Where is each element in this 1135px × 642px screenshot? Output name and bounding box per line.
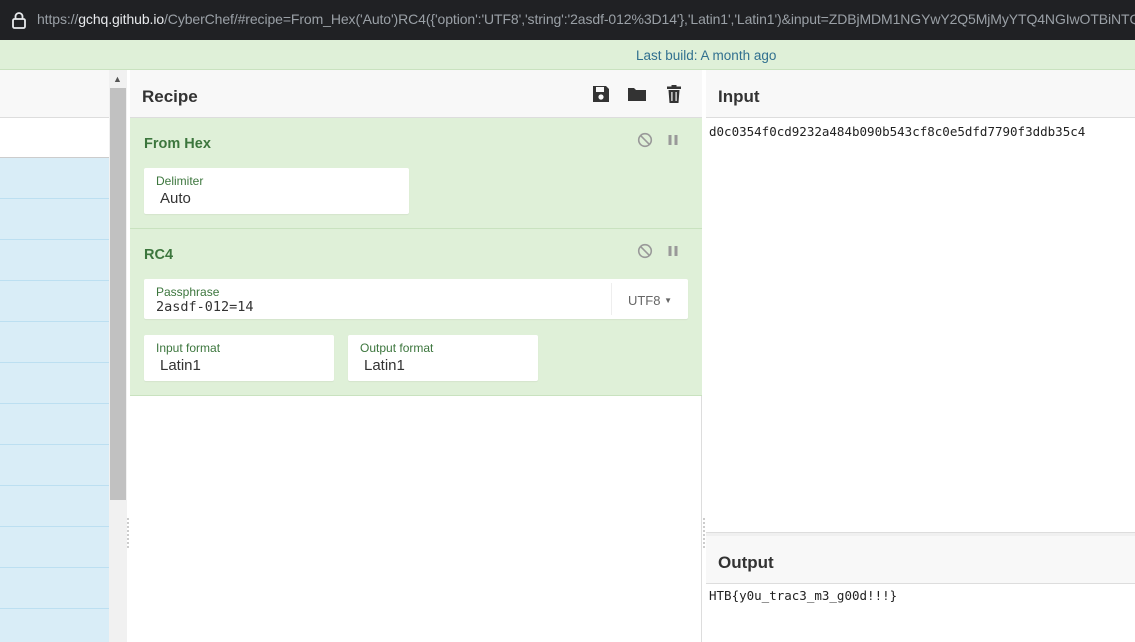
folder-icon[interactable] [627, 84, 647, 104]
url-text[interactable]: https://gchq.github.io/CyberChef/#recipe… [37, 11, 1135, 27]
output-textarea[interactable]: HTB{y0u_trac3_m3_g00d!!!} [709, 588, 897, 603]
passphrase-input[interactable]: 2asdf-012=14 [156, 299, 254, 315]
operation-from-hex[interactable]: From Hex Delimiter Auto [130, 118, 702, 229]
operations-panel [0, 70, 109, 642]
input-textarea[interactable]: d0c0354f0cd9232a484b090b543cf8c0e5dfd779… [709, 124, 1085, 139]
input-format-select[interactable]: Input format Latin1 [144, 335, 334, 381]
list-item[interactable] [0, 240, 109, 281]
list-item[interactable] [0, 158, 109, 199]
caret-down-icon: ▼ [664, 296, 672, 305]
input-header: Input [706, 70, 1135, 118]
lock-icon [12, 12, 26, 29]
save-icon[interactable] [591, 84, 611, 104]
field-value: Latin1 [364, 357, 405, 374]
delimiter-select[interactable]: Delimiter Auto [144, 168, 409, 214]
scroll-up-icon[interactable]: ▲ [113, 74, 122, 84]
passphrase-field[interactable]: Passphrase 2asdf-012=14 UTF8 ▼ [144, 279, 688, 319]
url-path: /CyberChef/#recipe=From_Hex('Auto')RC4({… [164, 11, 1135, 27]
field-label: Output format [360, 341, 434, 355]
operations-header [0, 70, 109, 118]
list-item[interactable] [0, 281, 109, 322]
list-item[interactable] [0, 404, 109, 445]
operations-search-input[interactable] [0, 118, 109, 158]
list-item[interactable] [0, 199, 109, 240]
operations-list [0, 158, 109, 642]
grip-icon [127, 518, 129, 548]
scrollbar-thumb[interactable] [110, 88, 126, 500]
list-item[interactable] [0, 322, 109, 363]
grip-icon [703, 518, 705, 548]
field-label: Input format [156, 341, 221, 355]
operation-name: From Hex [144, 136, 211, 152]
encoding-label: UTF8 [627, 293, 661, 308]
list-item[interactable] [0, 527, 109, 568]
output-header: Output [706, 536, 1135, 584]
operation-name: RC4 [144, 247, 174, 263]
output-title: Output [718, 553, 774, 572]
operations-scrollbar[interactable]: ▲ [109, 70, 127, 642]
field-value: Latin1 [160, 357, 201, 374]
trash-icon[interactable] [664, 84, 684, 104]
field-value: Auto [160, 190, 191, 207]
disable-icon[interactable] [637, 132, 653, 148]
list-item[interactable] [0, 486, 109, 527]
disable-icon[interactable] [637, 243, 653, 259]
list-item[interactable] [0, 363, 109, 404]
recipe-panel: Recipe From Hex Delimiter Auto RC4 Passp… [130, 70, 702, 642]
list-item[interactable] [0, 568, 109, 609]
divider [611, 283, 612, 315]
url-host: gchq.github.io [78, 11, 165, 27]
url-prefix: https:// [37, 11, 79, 27]
build-banner-text[interactable]: Last build: A month ago [636, 48, 776, 63]
field-label: Passphrase [156, 285, 220, 299]
build-banner: Last build: A month ago [0, 40, 1135, 70]
browser-address-bar[interactable]: https://gchq.github.io/CyberChef/#recipe… [0, 0, 1135, 40]
pause-icon[interactable] [665, 132, 681, 148]
list-item[interactable] [0, 609, 109, 642]
output-format-select[interactable]: Output format Latin1 [348, 335, 538, 381]
field-label: Delimiter [156, 174, 204, 188]
pause-icon[interactable] [665, 243, 681, 259]
recipe-title: Recipe [142, 87, 198, 106]
io-panel: Input d0c0354f0cd9232a484b090b543cf8c0e5… [706, 70, 1135, 642]
input-title: Input [718, 87, 760, 106]
encoding-dropdown[interactable]: UTF8 ▼ [628, 293, 672, 308]
operation-rc4[interactable]: RC4 Passphrase 2asdf-012=14 UTF8 ▼ Input… [130, 229, 702, 396]
list-item[interactable] [0, 445, 109, 486]
recipe-header: Recipe [130, 70, 702, 118]
